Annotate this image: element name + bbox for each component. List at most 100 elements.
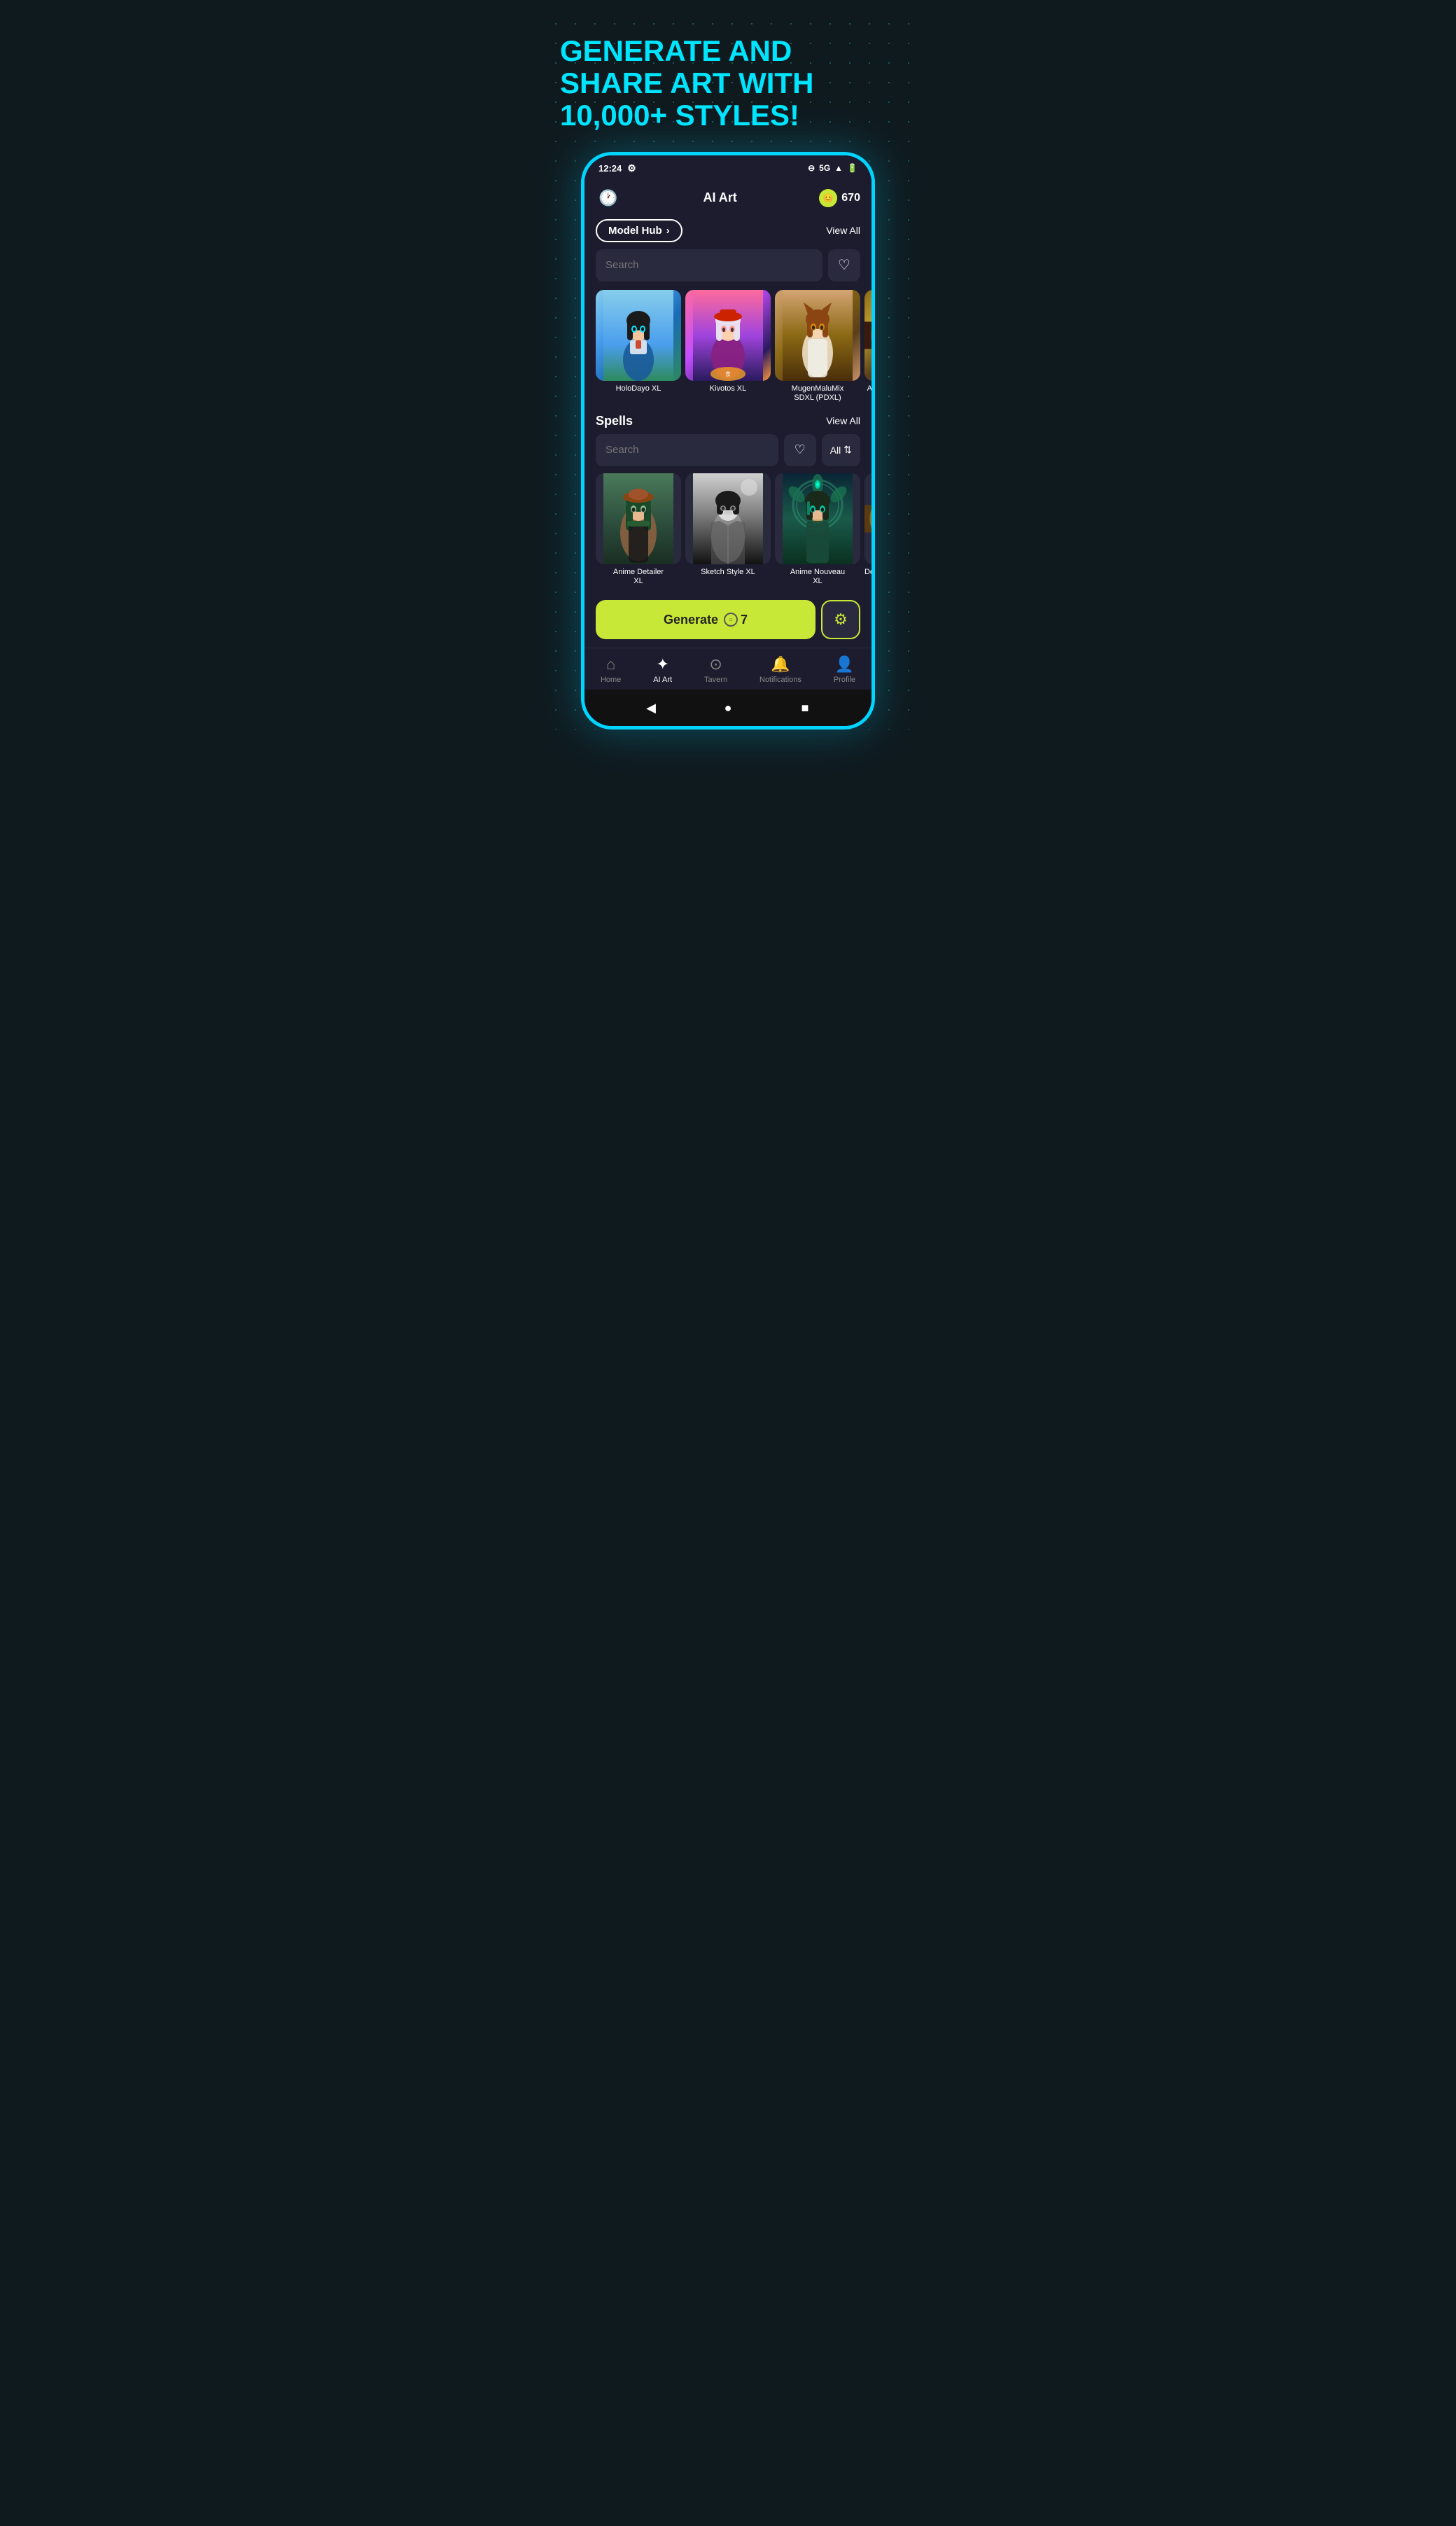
spell-img-anime-nouveau bbox=[775, 473, 860, 564]
app-content: 🕐 AI Art 😊 670 Model Hub › View All bbox=[584, 179, 872, 690]
cost-coin-icon: ○ bbox=[724, 613, 738, 627]
spells-grid: Anime DetailerXL bbox=[584, 473, 872, 593]
model-search-row: ♡ bbox=[584, 249, 872, 290]
coins-amount: 670 bbox=[841, 192, 860, 204]
heart-icon: ♡ bbox=[838, 256, 850, 274]
signal-bars-icon: ▲ bbox=[834, 163, 843, 173]
model-label-overflow: An... bbox=[864, 384, 872, 393]
recents-icon: ■ bbox=[802, 701, 809, 716]
model-grid: HoloDayo XL bbox=[584, 290, 872, 405]
spells-heart-icon: ♡ bbox=[794, 442, 806, 457]
signal-label: 5G bbox=[819, 163, 830, 173]
spell-img-sketch bbox=[685, 473, 771, 564]
kivotos-art: 食 bbox=[685, 290, 771, 381]
home-icon: ⌂ bbox=[606, 655, 615, 674]
spells-section-header: Spells View All bbox=[584, 405, 872, 434]
headline: GENERATE ANDSHARE ART WITH10,000+ STYLES… bbox=[546, 14, 910, 152]
generate-label: Generate bbox=[664, 613, 718, 627]
spells-heart-button[interactable]: ♡ bbox=[784, 434, 816, 466]
settings-icon: ⚙ bbox=[627, 162, 636, 174]
spell-item-anime-nouveau[interactable]: Anime NouveauXL bbox=[775, 473, 860, 586]
generate-button[interactable]: Generate ○ 7 bbox=[596, 600, 816, 639]
phone-frame: 12:24 ⚙ ⊖ 5G ▲ 🔋 🕐 AI Art 😊 670 bbox=[581, 152, 875, 730]
notifications-icon: 🔔 bbox=[771, 655, 790, 674]
generate-row: Generate ○ 7 ⚙ bbox=[584, 593, 872, 648]
nav-label-notifications: Notifications bbox=[760, 676, 802, 684]
spell-label-deta: Deta... bbox=[864, 568, 872, 577]
generate-cost: ○ 7 bbox=[724, 613, 748, 627]
deta-art bbox=[864, 473, 872, 564]
anime-detailer-art bbox=[596, 473, 681, 564]
model-hub-view-all[interactable]: View All bbox=[826, 225, 860, 236]
sketch-art bbox=[685, 473, 771, 564]
spell-label-sketch: Sketch Style XL bbox=[685, 568, 771, 577]
battery-icon: 🔋 bbox=[847, 163, 858, 173]
app-title: AI Art bbox=[703, 190, 736, 205]
model-label-holodayo: HoloDayo XL bbox=[596, 384, 681, 393]
spells-search-row: ♡ All ⇅ bbox=[584, 434, 872, 473]
model-img-mugen bbox=[775, 290, 860, 381]
tavern-icon: ⊙ bbox=[709, 655, 722, 674]
nav-label-ai-art: AI Art bbox=[653, 676, 672, 684]
spells-search-input[interactable] bbox=[606, 444, 769, 456]
app-header: 🕐 AI Art 😊 670 bbox=[584, 179, 872, 216]
spell-item-sketch[interactable]: Sketch Style XL bbox=[685, 473, 771, 586]
nav-label-home: Home bbox=[601, 676, 621, 684]
phone-bottom-bar: ◀ ● ■ bbox=[584, 690, 872, 726]
model-item-holodayo[interactable]: HoloDayo XL bbox=[596, 290, 681, 403]
spells-filter-button[interactable]: All ⇅ bbox=[822, 434, 860, 466]
spell-img-anime-detailer bbox=[596, 473, 681, 564]
nav-item-notifications[interactable]: 🔔 Notifications bbox=[760, 655, 802, 684]
model-hub-row: Model Hub › View All bbox=[584, 216, 872, 249]
coins-display: 😊 670 bbox=[819, 189, 860, 207]
holodayo-art bbox=[596, 290, 681, 381]
nav-item-tavern[interactable]: ⊙ Tavern bbox=[704, 655, 727, 684]
svg-text:食: 食 bbox=[725, 370, 731, 377]
generate-cost-amount: 7 bbox=[741, 613, 748, 627]
model-search-input[interactable] bbox=[606, 259, 813, 271]
home-button-icon: ● bbox=[724, 701, 732, 716]
model-search-wrap bbox=[596, 249, 822, 281]
nav-item-profile[interactable]: 👤 Profile bbox=[834, 655, 855, 684]
spell-item-deta[interactable]: Deta... bbox=[864, 473, 872, 586]
model-search-heart-button[interactable]: ♡ bbox=[828, 249, 860, 281]
model-img-kivotos: 食 bbox=[685, 290, 771, 381]
recents-button[interactable]: ■ bbox=[795, 698, 815, 718]
spells-title: Spells bbox=[596, 414, 633, 428]
history-icon[interactable]: 🕐 bbox=[596, 186, 621, 211]
home-button[interactable]: ● bbox=[718, 698, 738, 718]
status-time: 12:24 bbox=[598, 163, 622, 174]
model-label-mugen: MugenMaluMixSDXL (PDXL) bbox=[775, 384, 860, 403]
anime-nouveau-art bbox=[775, 473, 860, 564]
spells-search-wrap bbox=[596, 434, 778, 466]
model-item-kivotos[interactable]: 食 Kivotos XL bbox=[685, 290, 771, 403]
model-item-mugen[interactable]: MugenMaluMixSDXL (PDXL) bbox=[775, 290, 860, 403]
profile-icon: 👤 bbox=[835, 655, 854, 674]
spell-label-anime-detailer: Anime DetailerXL bbox=[596, 568, 681, 586]
chevron-updown-icon: ⇅ bbox=[844, 444, 852, 456]
bottom-nav: ⌂ Home ✦ AI Art ⊙ Tavern 🔔 Notifications… bbox=[584, 648, 872, 690]
ai-art-icon: ✦ bbox=[656, 655, 668, 674]
nav-item-ai-art[interactable]: ✦ AI Art bbox=[653, 655, 672, 684]
nav-item-home[interactable]: ⌂ Home bbox=[601, 655, 621, 684]
model-img-overflow bbox=[864, 290, 872, 381]
spells-view-all[interactable]: View All bbox=[826, 415, 860, 426]
spell-label-anime-nouveau: Anime NouveauXL bbox=[775, 568, 860, 586]
spell-item-anime-detailer[interactable]: Anime DetailerXL bbox=[596, 473, 681, 586]
mugen-art bbox=[775, 290, 860, 381]
do-not-disturb-icon: ⊖ bbox=[808, 163, 815, 173]
spells-filter-label: All bbox=[830, 445, 841, 456]
model-hub-label: Model Hub bbox=[608, 225, 662, 237]
model-img-holodayo bbox=[596, 290, 681, 381]
chevron-right-icon: › bbox=[666, 225, 670, 237]
nav-label-profile: Profile bbox=[834, 676, 855, 684]
back-button[interactable]: ◀ bbox=[641, 698, 661, 718]
back-icon: ◀ bbox=[646, 701, 656, 716]
model-hub-button[interactable]: Model Hub › bbox=[596, 219, 682, 242]
model-item-overflow[interactable]: An... bbox=[864, 290, 872, 403]
coin-icon: 😊 bbox=[819, 189, 837, 207]
nav-label-tavern: Tavern bbox=[704, 676, 727, 684]
spell-img-deta bbox=[864, 473, 872, 564]
generate-settings-button[interactable]: ⚙ bbox=[821, 600, 860, 639]
settings-gear-icon: ⚙ bbox=[834, 610, 848, 629]
